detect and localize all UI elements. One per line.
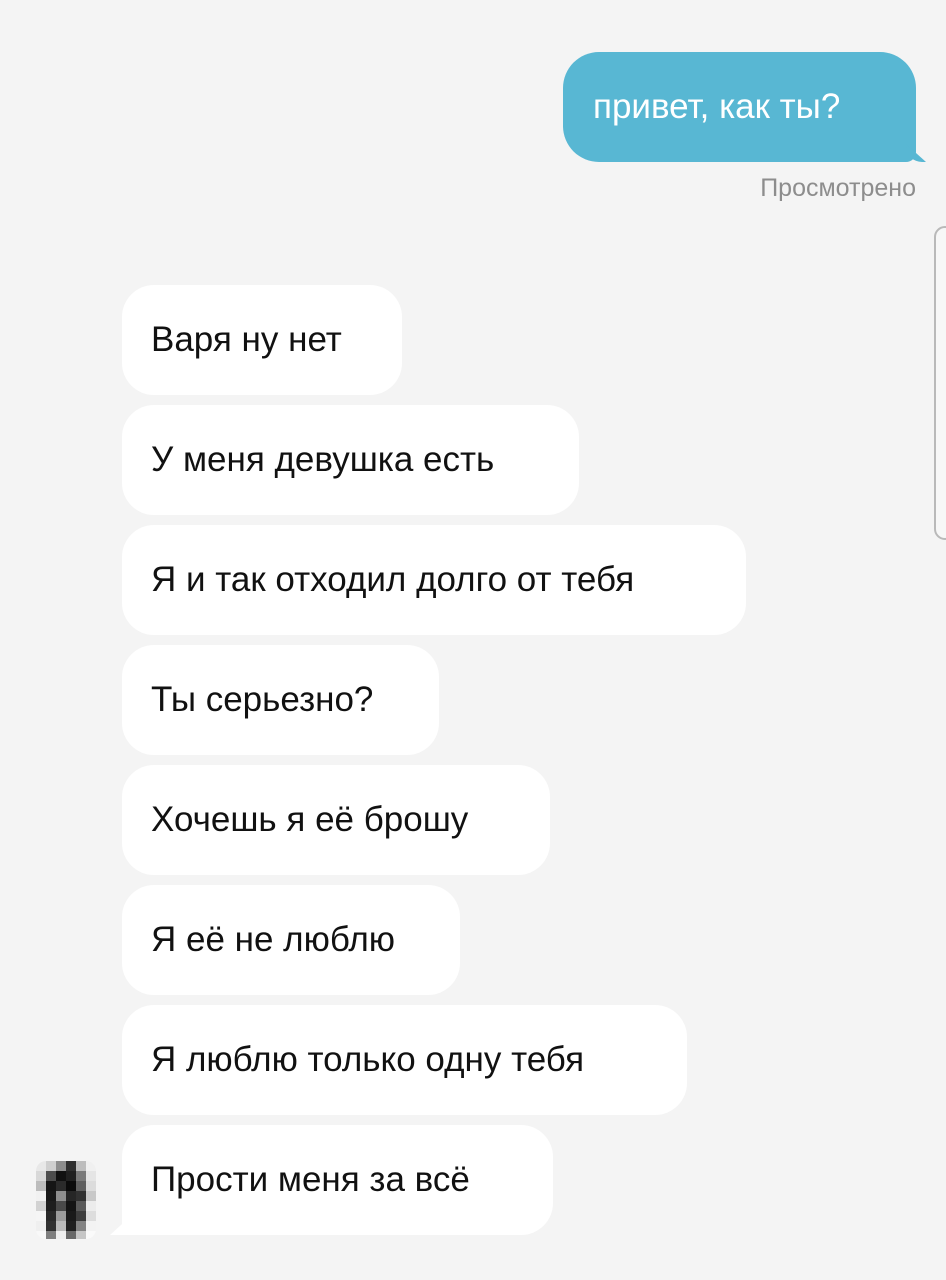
avatar-pixel: [46, 1191, 56, 1201]
avatar-pixel: [76, 1171, 86, 1181]
incoming-message-bubble[interactable]: Я люблю только одну тебя: [122, 1005, 687, 1115]
incoming-message-bubble[interactable]: Варя ну нет: [122, 285, 402, 395]
avatar-pixel: [56, 1171, 66, 1181]
avatar-pixel: [36, 1191, 46, 1201]
avatar-pixel: [46, 1221, 56, 1231]
avatar-pixel: [36, 1221, 46, 1231]
incoming-message-bubble[interactable]: Я и так отходил долго от тебя: [122, 525, 746, 635]
outgoing-message-text: привет, как ты?: [593, 87, 841, 126]
avatar-pixel: [56, 1201, 66, 1211]
avatar-pixel: [86, 1191, 96, 1201]
incoming-message-text: Прости меня за всё: [151, 1160, 470, 1199]
avatar-pixel: [66, 1231, 76, 1239]
avatar-pixel: [36, 1201, 46, 1211]
avatar-pixel: [66, 1211, 76, 1221]
incoming-message-bubble[interactable]: Хочешь я её брошу: [122, 765, 550, 875]
avatar-pixel: [36, 1181, 46, 1191]
avatar-pixel: [46, 1161, 56, 1171]
incoming-message-text: Я и так отходил долго от тебя: [151, 560, 635, 599]
avatar-pixel: [76, 1161, 86, 1171]
bubble-tail: [110, 1215, 132, 1235]
incoming-message-bubble[interactable]: Ты серьезно?: [122, 645, 439, 755]
incoming-message-text: Я её не люблю: [151, 920, 395, 959]
avatar-pixel: [76, 1191, 86, 1201]
avatar-pixel: [56, 1231, 66, 1239]
incoming-message-text: Варя ну нет: [151, 320, 342, 359]
avatar-pixel: [56, 1191, 66, 1201]
avatar-pixel: [56, 1211, 66, 1221]
avatar-pixel: [66, 1201, 76, 1211]
chat-thread: привет, как ты? Просмотрено Варя ну нет …: [0, 0, 946, 1280]
avatar-pixel: [76, 1201, 86, 1211]
read-receipt-status: Просмотрено: [760, 174, 916, 202]
avatar-pixel: [86, 1181, 96, 1191]
avatar-pixel: [76, 1231, 86, 1239]
avatar-pixel: [86, 1231, 96, 1239]
avatar-pixel: [36, 1231, 46, 1239]
incoming-message-text: Ты серьезно?: [151, 680, 374, 719]
incoming-message-bubble[interactable]: Я её не люблю: [122, 885, 460, 995]
scrollbar-handle[interactable]: [934, 226, 946, 540]
avatar-pixel: [36, 1171, 46, 1181]
avatar-pixel: [86, 1221, 96, 1231]
incoming-message-text: У меня девушка есть: [151, 440, 495, 479]
incoming-message-text: Хочешь я её брошу: [151, 800, 469, 839]
avatar-pixel: [56, 1161, 66, 1171]
avatar-pixel: [36, 1211, 46, 1221]
avatar-pixel: [46, 1171, 56, 1181]
avatar-pixel: [66, 1221, 76, 1231]
avatar-pixel: [76, 1181, 86, 1191]
pixelated-avatar-icon[interactable]: [36, 1161, 96, 1239]
bubble-tail: [906, 144, 926, 162]
avatar-pixel: [56, 1181, 66, 1191]
avatar-pixel: [86, 1161, 96, 1171]
outgoing-message-bubble[interactable]: привет, как ты?: [563, 52, 926, 162]
avatar-pixel: [86, 1211, 96, 1221]
avatar-pixel: [36, 1161, 46, 1171]
avatar-pixel: [86, 1171, 96, 1181]
avatar-pixel: [46, 1211, 56, 1221]
avatar-pixel: [56, 1221, 66, 1231]
avatar-pixel: [76, 1221, 86, 1231]
avatar-pixel: [66, 1171, 76, 1181]
avatar-pixel: [46, 1201, 56, 1211]
avatar-pixel: [46, 1231, 56, 1239]
avatar-pixel: [76, 1211, 86, 1221]
incoming-message-text: Я люблю только одну тебя: [151, 1040, 585, 1079]
incoming-message-bubble[interactable]: Прости меня за всё: [110, 1125, 553, 1235]
avatar-pixel: [66, 1161, 76, 1171]
avatar-pixel: [86, 1201, 96, 1211]
avatar-pixel: [46, 1181, 56, 1191]
incoming-message-bubble[interactable]: У меня девушка есть: [122, 405, 579, 515]
avatar-pixel: [66, 1191, 76, 1201]
avatar-pixel: [66, 1181, 76, 1191]
